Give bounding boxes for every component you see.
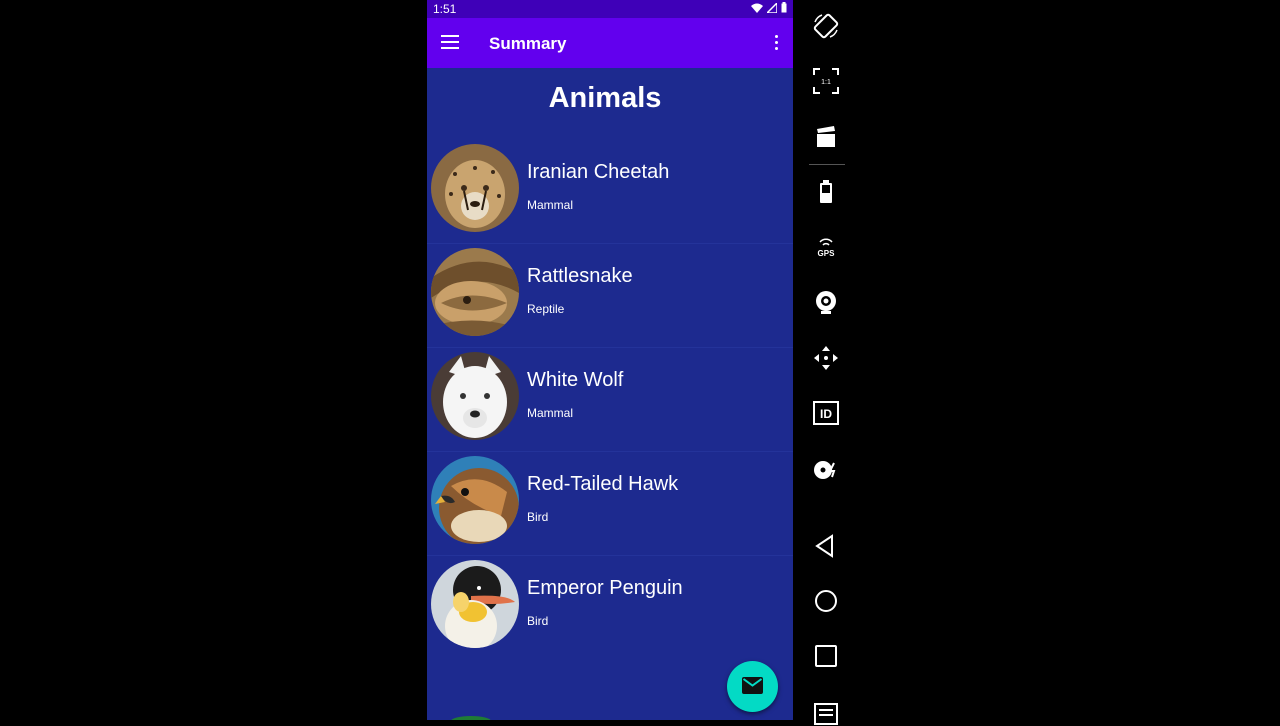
app-bar: Summary	[427, 18, 793, 68]
list-item[interactable]: Emperor Penguin Bird	[427, 556, 793, 660]
screen-record-icon[interactable]	[812, 123, 840, 151]
white-wolf-avatar	[431, 352, 519, 440]
list-item[interactable]: Iranian Cheetah Mammal	[427, 140, 793, 244]
animal-name: Rattlesnake	[527, 265, 633, 287]
cheetah-avatar	[431, 144, 519, 232]
list-item[interactable]: White Wolf Mammal	[427, 348, 793, 452]
list-item[interactable]: Rattlesnake Reptile	[427, 244, 793, 348]
svg-text:GPS: GPS	[818, 249, 836, 258]
wifi-icon	[751, 3, 763, 13]
svg-text:1:1: 1:1	[821, 79, 831, 86]
send-email-button[interactable]	[727, 661, 778, 712]
battery-status-icon	[781, 2, 787, 13]
phone-screen: 1:51 Summary Animals Iranian Cheetah Mam…	[427, 0, 793, 720]
svg-text:ID: ID	[820, 407, 832, 421]
animal-class: Reptile	[527, 302, 565, 316]
gps-icon[interactable]: GPS	[812, 233, 840, 261]
animal-class: Mammal	[527, 198, 574, 212]
animal-list: Iranian Cheetah Mammal Rattlesnake Repti…	[427, 140, 793, 660]
animal-class: Bird	[527, 614, 549, 628]
rotate-icon[interactable]	[812, 12, 840, 40]
penguin-avatar	[431, 560, 519, 648]
animal-name: Red-Tailed Hawk	[527, 473, 679, 495]
toolbar-divider	[809, 164, 845, 165]
id-icon[interactable]: ID	[812, 399, 840, 427]
animal-name: Iranian Cheetah	[527, 161, 670, 183]
list-item[interactable]: Red-Tailed Hawk Bird	[427, 452, 793, 556]
app-bar-title: Summary	[489, 34, 567, 53]
move-icon[interactable]	[812, 344, 840, 372]
scale-icon[interactable]: 1:1	[812, 67, 840, 95]
rattlesnake-avatar	[431, 248, 519, 336]
recents-icon[interactable]	[812, 642, 840, 670]
emulator-toolbar: 1:1 GPS ID	[799, 0, 854, 725]
next-list-item-peek	[451, 716, 491, 720]
page-title: Animals	[548, 82, 662, 114]
mail-icon	[742, 677, 763, 694]
hawk-avatar	[431, 456, 519, 544]
signal-icon	[767, 2, 777, 13]
status-bar: 1:51	[427, 0, 793, 18]
overflow-menu-icon[interactable]	[773, 35, 779, 51]
battery-icon[interactable]	[812, 178, 840, 206]
menu-icon[interactable]	[812, 698, 840, 726]
animal-class: Mammal	[527, 406, 574, 420]
camera-icon[interactable]	[812, 288, 840, 316]
animal-name: White Wolf	[527, 369, 624, 391]
status-time: 1:51	[433, 2, 457, 16]
status-icons	[751, 2, 787, 13]
back-icon[interactable]	[812, 532, 840, 560]
home-icon[interactable]	[812, 587, 840, 615]
animal-name: Emperor Penguin	[527, 577, 683, 599]
disk-icon[interactable]	[812, 455, 840, 483]
hamburger-menu-icon[interactable]	[441, 35, 459, 49]
animal-class: Bird	[527, 510, 549, 524]
